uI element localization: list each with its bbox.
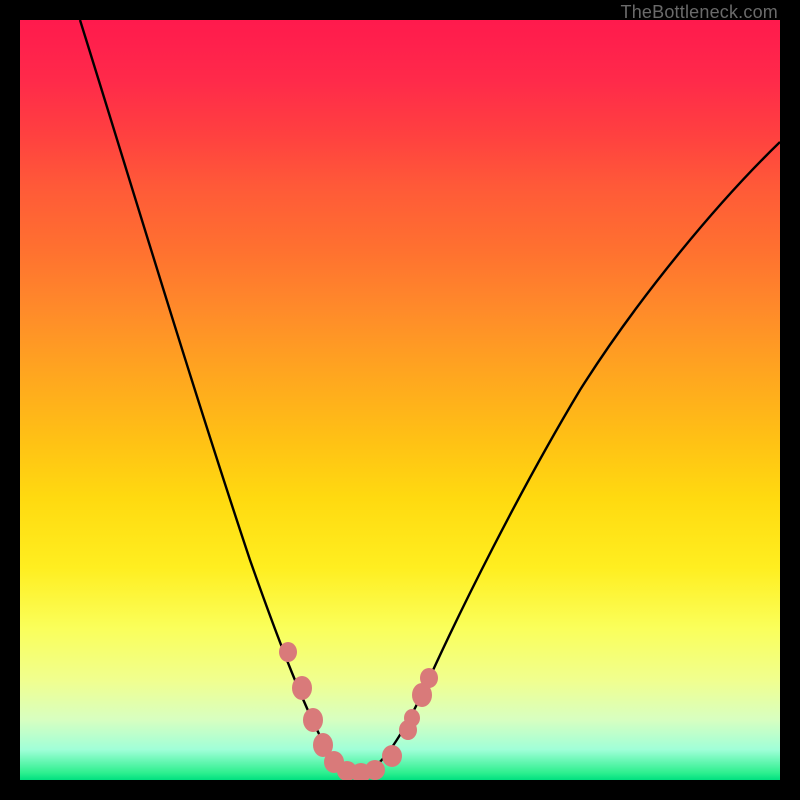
marker-dot <box>420 668 438 688</box>
watermark-text: TheBottleneck.com <box>621 2 778 23</box>
outer-black-frame: TheBottleneck.com <box>0 0 800 800</box>
marker-dot <box>303 708 323 732</box>
chart-svg <box>20 20 780 780</box>
marker-dot <box>404 709 420 727</box>
marker-dot <box>292 676 312 700</box>
marker-cluster <box>279 642 438 780</box>
marker-dot <box>365 760 385 780</box>
marker-dot <box>279 642 297 662</box>
marker-dot <box>382 745 402 767</box>
bottleneck-curve-path <box>80 20 780 773</box>
